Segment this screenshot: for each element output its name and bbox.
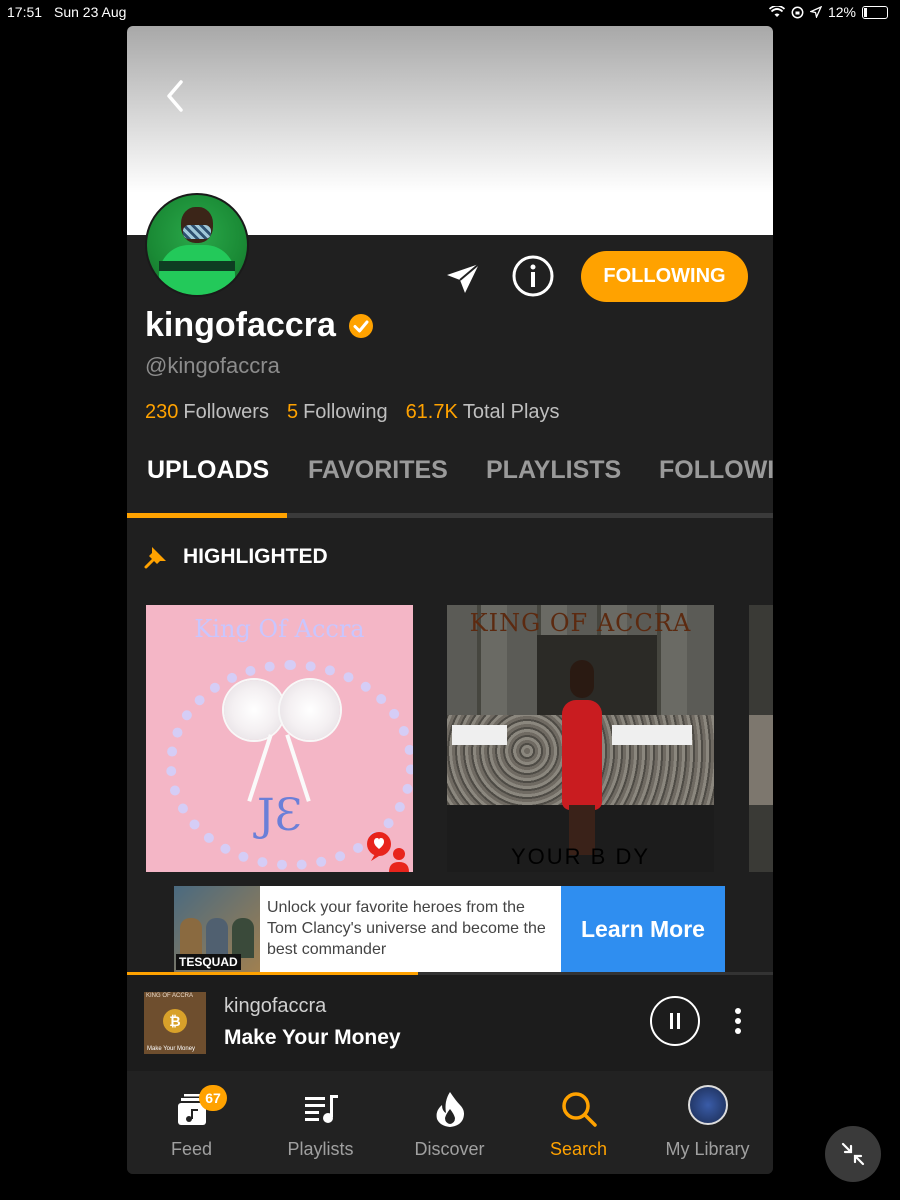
pause-button[interactable] xyxy=(650,996,700,1046)
pin-icon xyxy=(144,547,166,569)
rotation-lock-icon xyxy=(791,6,804,18)
favorite-badge-icon xyxy=(367,832,409,872)
ad-image: ТЕSQUAD xyxy=(174,886,260,972)
artwork-text-top: KING OF ACCRA xyxy=(146,993,194,999)
card-bg-sink xyxy=(612,725,692,745)
ad-hero xyxy=(206,918,228,958)
battery-percent: 12% xyxy=(827,4,856,20)
nav-feed-label: Feed xyxy=(170,1139,213,1159)
avatar-body xyxy=(159,245,235,295)
highlighted-track-1[interactable]: King Of Accra JƐ xyxy=(146,605,413,872)
tab-active-indicator xyxy=(127,513,287,518)
stat-followers[interactable]: 230 Followers xyxy=(145,401,269,424)
profile-name-row: kingofaccra xyxy=(145,306,374,345)
playlists-icon xyxy=(304,1095,338,1123)
highlighted-track-3[interactable] xyxy=(749,605,773,872)
nav-my-library-label: My Library xyxy=(665,1139,750,1159)
profile-stats: 230 Followers 5 Following 61.7K Total Plays xyxy=(145,401,560,424)
highlighted-label: HIGHLIGHTED xyxy=(183,545,328,568)
now-playing-artist: kingofaccra xyxy=(224,995,327,1017)
status-indicators: 12% xyxy=(768,4,888,20)
info-button[interactable] xyxy=(511,254,555,298)
card-figure-dress xyxy=(562,700,602,810)
status-time: 17:51 xyxy=(7,4,43,20)
now-playing-bar[interactable]: KING OF ACCRA ₿ Make Your Money kingofac… xyxy=(127,975,773,1071)
collapse-arrows-icon xyxy=(841,1142,865,1166)
card-bg-counter xyxy=(749,715,773,805)
card-figure-head xyxy=(570,660,594,698)
avatar-stripe xyxy=(159,261,235,271)
stat-total-plays: 61.7K Total Plays xyxy=(405,401,560,423)
dot-icon xyxy=(735,1018,741,1024)
ad-text: Unlock your favorite heroes from the Tom… xyxy=(267,899,546,958)
now-playing-title: Make Your Money xyxy=(224,1026,401,1049)
share-button[interactable] xyxy=(443,258,483,298)
status-bar: 17:51 Sun 23 Aug 12% xyxy=(0,0,900,24)
stat-following[interactable]: 5 Following xyxy=(287,401,388,424)
card-title: King Of Accra xyxy=(194,615,365,643)
minimize-button[interactable] xyxy=(825,1126,881,1182)
dot-icon xyxy=(735,1028,741,1034)
nav-playlists-label: Playlists xyxy=(287,1139,354,1159)
back-button[interactable] xyxy=(157,74,193,118)
location-icon xyxy=(809,6,822,18)
feed-badge: 67 xyxy=(199,1085,227,1111)
bitcoin-icon: ₿ xyxy=(163,1009,187,1033)
info-icon xyxy=(512,255,554,297)
tab-uploads[interactable]: UPLOADS xyxy=(147,456,269,485)
lollipop-2 xyxy=(280,680,340,740)
tab-following[interactable]: FOLLOWI xyxy=(659,456,773,485)
nav-discover-label: Discover xyxy=(414,1139,485,1159)
chevron-left-icon xyxy=(167,80,183,112)
ad-hero xyxy=(180,918,202,958)
profile-tabs: UPLOADS FAVORITES PLAYLISTS FOLLOWI xyxy=(127,452,773,518)
battery-icon xyxy=(862,5,888,19)
card-subtitle: YOUR B DY xyxy=(510,844,651,869)
now-playing-artwork[interactable]: KING OF ACCRA ₿ Make Your Money xyxy=(144,992,206,1054)
display-name: kingofaccra xyxy=(145,306,336,344)
tab-playlists[interactable]: PLAYLISTS xyxy=(486,456,621,485)
ad-banner[interactable]: ТЕSQUAD Unlock your favorite heroes from… xyxy=(174,886,725,972)
send-icon xyxy=(447,263,480,293)
nav-search[interactable]: Search xyxy=(514,1071,643,1174)
wifi-icon xyxy=(768,6,785,17)
verified-icon xyxy=(348,313,373,338)
ad-logo: ТЕSQUAD xyxy=(176,954,241,970)
highlighted-track-2[interactable]: KING OF ACCRA YOUR B DY xyxy=(447,605,714,872)
ad-hero xyxy=(232,918,254,958)
tab-favorites[interactable]: FAVORITES xyxy=(308,456,448,485)
avatar-mask xyxy=(183,225,211,239)
card-title: KING OF ACCRA xyxy=(469,609,692,637)
avatar-icon xyxy=(687,1085,728,1125)
nav-my-library[interactable]: My Library xyxy=(643,1071,772,1174)
more-options-button[interactable] xyxy=(732,1008,744,1038)
lollipop-1 xyxy=(224,680,284,740)
highlighted-heading: HIGHLIGHTED xyxy=(143,544,328,570)
bottom-nav: 67 Feed Playlists Discover Search My Lib… xyxy=(127,1071,773,1174)
dot-icon xyxy=(735,1008,741,1014)
nav-search-label: Search xyxy=(549,1139,608,1159)
nav-playlists[interactable]: Playlists xyxy=(256,1071,385,1174)
nav-feed[interactable]: 67 Feed xyxy=(127,1071,256,1174)
artwork-text-bottom: Make Your Money xyxy=(147,1046,196,1052)
profile-handle: @kingofaccra xyxy=(145,353,280,378)
app-window: FOLLOWING kingofaccra @kingofaccra 230 Fo… xyxy=(127,26,773,1174)
fire-icon xyxy=(436,1092,464,1127)
profile-avatar[interactable] xyxy=(145,193,249,297)
following-button[interactable]: FOLLOWING xyxy=(581,251,748,302)
ad-learn-more-button[interactable]: Learn More xyxy=(561,886,725,972)
nav-discover[interactable]: Discover xyxy=(385,1071,514,1174)
status-date: Sun 23 Aug xyxy=(54,4,127,20)
card-bg-sink xyxy=(452,725,507,745)
search-icon xyxy=(561,1092,597,1127)
